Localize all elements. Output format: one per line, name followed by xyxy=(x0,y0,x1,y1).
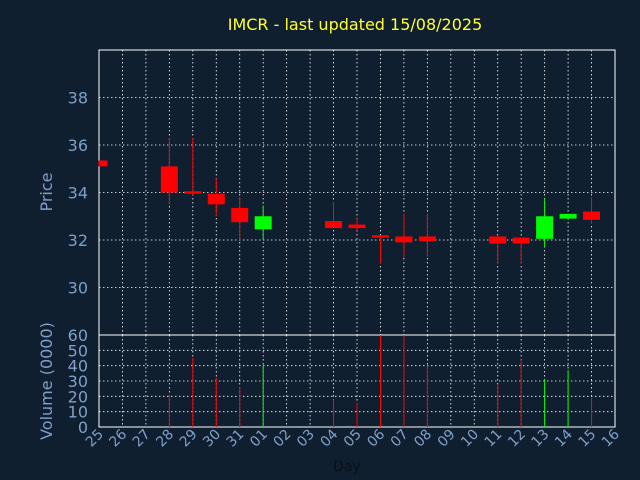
candle-body xyxy=(512,237,530,244)
price-tick-label: 38 xyxy=(68,89,88,108)
price-tick-label: 32 xyxy=(68,231,88,250)
candle-body xyxy=(99,160,108,167)
candle-body xyxy=(184,191,202,194)
x-axis-label: Day xyxy=(333,459,361,475)
candle-body xyxy=(371,235,389,238)
price-tick-label: 34 xyxy=(68,184,88,203)
candle-body xyxy=(207,193,225,205)
candle-body xyxy=(325,221,343,229)
chart-title: IMCR - last updated 15/08/2025 xyxy=(228,15,483,34)
candle-body xyxy=(395,236,413,243)
price-tick-label: 36 xyxy=(68,136,88,155)
candle-body xyxy=(160,166,178,193)
candle-body xyxy=(231,207,249,223)
candle-body xyxy=(559,213,577,219)
candle-body xyxy=(536,216,554,239)
candle-body xyxy=(583,211,601,220)
candle-body xyxy=(254,216,272,230)
price-axis-label: Price xyxy=(37,172,56,211)
candle-body xyxy=(348,224,366,229)
candle-body xyxy=(489,236,507,244)
volume-tick-label: 60 xyxy=(68,326,88,345)
stock-chart: IMCR - last updated 15/08/2025 30 32 34 36 3… xyxy=(0,0,640,480)
candle-body xyxy=(418,236,436,242)
price-tick-label: 30 xyxy=(68,279,88,298)
volume-axis-label: Volume (0000) xyxy=(37,322,56,440)
